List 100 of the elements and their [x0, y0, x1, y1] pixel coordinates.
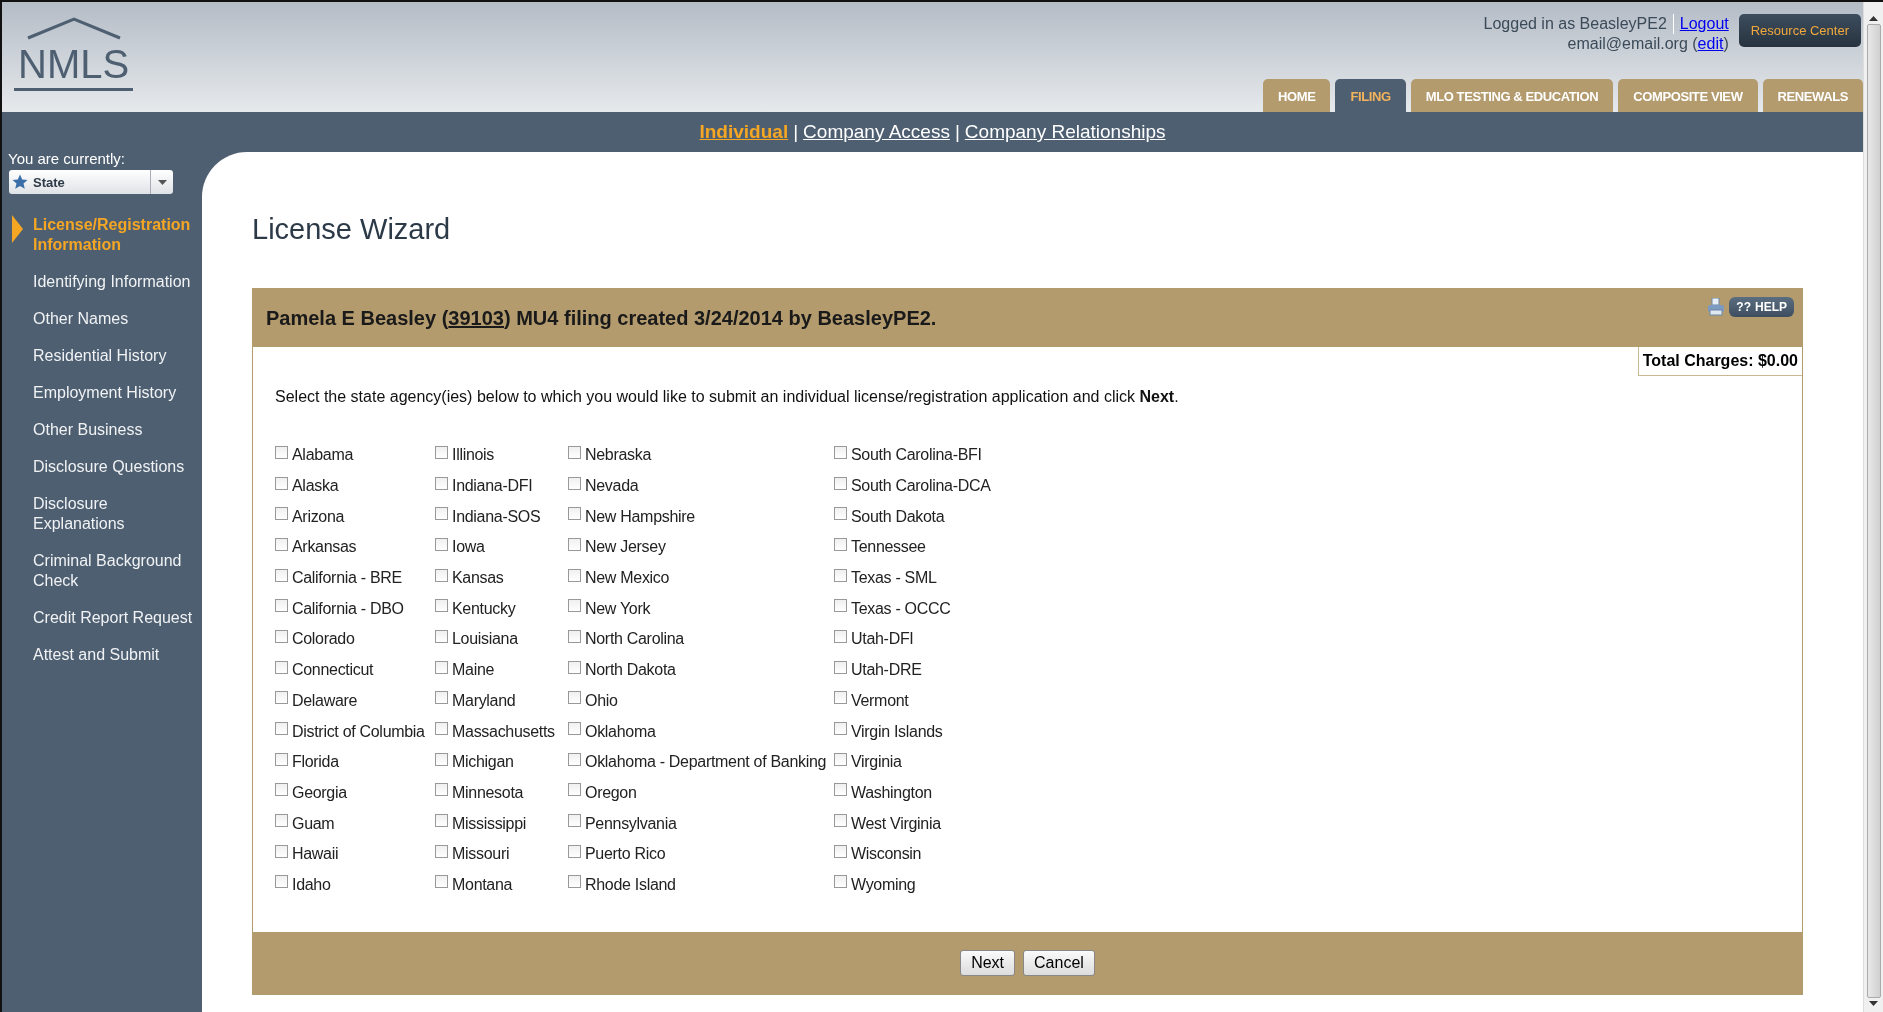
checkbox[interactable] — [435, 629, 448, 643]
checkbox-label: Vermont — [851, 691, 909, 710]
checkbox[interactable] — [834, 629, 847, 643]
sidebar-item[interactable]: Attest and Submit — [33, 644, 160, 665]
checkbox[interactable] — [275, 599, 288, 613]
checkbox-label: Utah-DRE — [851, 661, 922, 680]
checkbox[interactable] — [435, 476, 448, 490]
checkbox[interactable] — [435, 752, 448, 766]
checkbox-label: North Dakota — [585, 661, 676, 680]
checkbox[interactable] — [435, 722, 448, 736]
checkbox[interactable] — [435, 568, 448, 582]
subnav-link[interactable]: Company Relationships — [964, 121, 1166, 143]
checkbox[interactable] — [275, 507, 288, 521]
checkbox[interactable] — [568, 445, 581, 459]
sidebar-item[interactable]: Identifying Information — [33, 271, 191, 292]
sidebar-item[interactable]: Other Names — [33, 308, 129, 329]
checkbox[interactable] — [435, 783, 448, 797]
checkbox[interactable] — [275, 814, 288, 828]
checkbox[interactable] — [435, 660, 448, 674]
checkbox[interactable] — [275, 875, 288, 889]
subnav-link[interactable]: Company Access — [803, 121, 950, 143]
checkbox[interactable] — [834, 722, 847, 736]
checkbox[interactable] — [834, 476, 847, 490]
sidebar-item[interactable]: Employment History — [33, 382, 177, 403]
sidebar-item[interactable]: Other Business — [33, 419, 143, 440]
checkbox[interactable] — [834, 875, 847, 889]
checkbox[interactable] — [834, 814, 847, 828]
checkbox[interactable] — [568, 722, 581, 736]
checkbox-label: Indiana-SOS — [452, 507, 541, 526]
checkbox[interactable] — [568, 537, 581, 551]
checkbox[interactable] — [834, 660, 847, 674]
edit-link[interactable]: edit — [1697, 35, 1724, 52]
checkbox-label: Pennsylvania — [585, 814, 677, 833]
checkbox[interactable] — [435, 537, 448, 551]
checkbox[interactable] — [568, 599, 581, 613]
checkbox[interactable] — [568, 568, 581, 582]
checkbox[interactable] — [275, 752, 288, 766]
checkbox-label: Texas - SML — [851, 569, 937, 588]
checkbox[interactable] — [834, 537, 847, 551]
checkbox[interactable] — [435, 814, 448, 828]
checkbox[interactable] — [834, 752, 847, 766]
sidebar-item[interactable]: Residential History — [33, 345, 167, 366]
checkbox-label: Montana — [452, 875, 513, 894]
sidebar-item[interactable]: Disclosure Explanations — [33, 493, 196, 534]
checkbox[interactable] — [435, 599, 448, 613]
nav-tab[interactable]: FILING — [1335, 79, 1406, 112]
cancel-button[interactable]: Cancel — [1023, 950, 1095, 977]
checkbox[interactable] — [568, 629, 581, 643]
sidebar-item[interactable]: Criminal Background Check — [33, 550, 196, 591]
sidebar-item[interactable]: License/Registration Information — [33, 214, 196, 255]
checkbox[interactable] — [834, 599, 847, 613]
checkbox[interactable] — [275, 537, 288, 551]
checkbox[interactable] — [275, 783, 288, 797]
scrollbar-thumb[interactable] — [1866, 24, 1881, 998]
checkbox[interactable] — [568, 660, 581, 674]
next-button[interactable]: Next — [960, 950, 1016, 977]
scrollbar[interactable] — [1863, 2, 1883, 1012]
current-role-label: You are currently: — [7, 150, 126, 167]
checkbox[interactable] — [435, 875, 448, 889]
subnav-link[interactable]: Individual — [699, 121, 789, 143]
checkbox[interactable] — [435, 445, 448, 459]
role-dropdown[interactable]: State — [9, 170, 173, 194]
checkbox[interactable] — [275, 660, 288, 674]
checkbox[interactable] — [834, 445, 847, 459]
logout-link[interactable]: Logout — [1679, 14, 1729, 34]
sidebar-item[interactable]: Disclosure Questions — [33, 456, 185, 477]
nmls-logo[interactable]: NMLS — [14, 16, 134, 91]
checkbox[interactable] — [568, 814, 581, 828]
checkbox[interactable] — [568, 844, 581, 858]
help-button[interactable]: ?? HELP — [1729, 297, 1794, 317]
checkbox[interactable] — [435, 507, 448, 521]
checkbox-label: Arkansas — [292, 538, 357, 557]
id-link[interactable]: 39103 — [448, 306, 504, 329]
resource-center-button[interactable]: Resource Center — [1738, 14, 1861, 47]
checkbox[interactable] — [435, 691, 448, 705]
printer-icon[interactable] — [1707, 298, 1726, 316]
checkbox-label: Guam — [292, 814, 335, 833]
checkbox-label: Alabama — [292, 446, 354, 465]
checkbox[interactable] — [568, 476, 581, 490]
checkbox[interactable] — [275, 445, 288, 459]
checkbox[interactable] — [275, 691, 288, 705]
checkbox[interactable] — [568, 507, 581, 521]
sidebar-item[interactable]: Credit Report Request — [33, 607, 193, 628]
checkbox[interactable] — [568, 691, 581, 705]
checkbox[interactable] — [275, 629, 288, 643]
checkbox[interactable] — [568, 752, 581, 766]
checkbox[interactable] — [275, 844, 288, 858]
checkbox[interactable] — [435, 844, 448, 858]
checkbox[interactable] — [275, 568, 288, 582]
checkbox[interactable] — [834, 691, 847, 705]
checkbox[interactable] — [834, 507, 847, 521]
checkbox[interactable] — [834, 844, 847, 858]
checkbox[interactable] — [568, 875, 581, 889]
checkbox[interactable] — [275, 722, 288, 736]
up-arrow-icon[interactable] — [1869, 16, 1878, 21]
checkbox[interactable] — [834, 568, 847, 582]
checkbox[interactable] — [568, 783, 581, 797]
down-arrow-icon[interactable] — [1869, 1001, 1878, 1006]
checkbox[interactable] — [275, 476, 288, 490]
checkbox[interactable] — [834, 783, 847, 797]
